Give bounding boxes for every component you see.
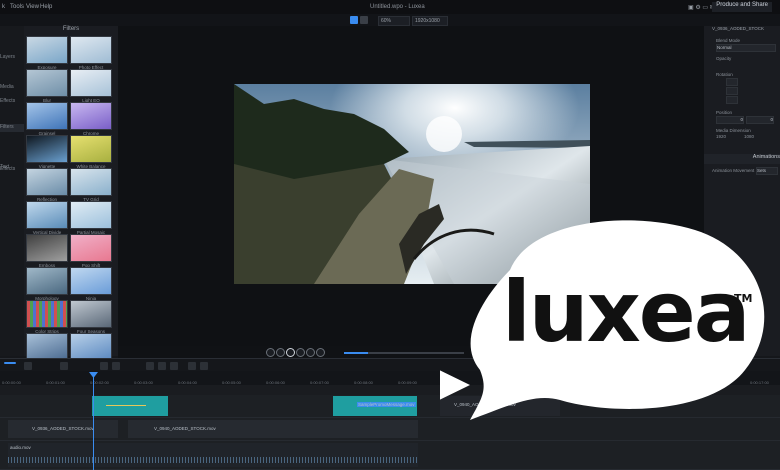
clip-name: V_0936_AODED_STOCK.mov (32, 426, 94, 431)
filter-thumbnail[interactable]: Photo Effect (70, 36, 112, 70)
filter-thumbnail[interactable]: Grainsel (26, 102, 68, 136)
logo-trademark: TM (734, 292, 753, 305)
timeline-clip-video-2[interactable]: V_0940_AODED_STOCK.mov (128, 420, 418, 438)
filter-thumbnail[interactable]: Partial Mosaic (70, 201, 112, 235)
split-icon[interactable] (100, 362, 108, 370)
logo-wordmark: luxea (502, 263, 750, 361)
produce-share-button[interactable]: Produce and Share (712, 2, 772, 12)
nav-item-label: Filters (0, 124, 14, 130)
height-value: 1080 (744, 134, 755, 139)
filter-thumbnail[interactable]: Exposure (26, 36, 68, 70)
blend-mode-select[interactable]: Normal (716, 44, 776, 52)
filter-thumbnail[interactable]: Ninja (70, 267, 112, 301)
menu-item-edit[interactable]: k (2, 4, 5, 10)
luxea-logo: luxea TM (435, 210, 780, 425)
prev-frame-button[interactable] (276, 348, 285, 357)
blend-mode-label: Blend Mode (716, 38, 741, 43)
animation-movement-label: Animation Movement (712, 168, 755, 173)
nav-item-1[interactable]: Layers (0, 54, 24, 62)
delete-icon[interactable] (112, 362, 120, 370)
filter-thumbnail[interactable]: White Balance (70, 135, 112, 169)
filter-thumbnail[interactable]: Four Seasons (70, 300, 112, 334)
filter-thumbnail[interactable]: Chrome (70, 102, 112, 136)
rotation-y-field[interactable] (726, 87, 738, 95)
menu-item-help[interactable]: Help (40, 4, 52, 10)
filter-thumbnail[interactable]: Morphology (26, 267, 68, 301)
zoom-slider[interactable] (4, 362, 16, 364)
timeline-clip-audio[interactable]: audio.mov (8, 443, 418, 467)
position-x-field[interactable]: 0 (716, 116, 744, 124)
hand-tool-icon[interactable] (360, 16, 368, 24)
next-frame-button[interactable] (306, 348, 315, 357)
clip-name: SamplePromoMessage.mov (357, 402, 416, 407)
snap-icon[interactable] (24, 362, 32, 370)
width-value: 1920 (716, 134, 727, 139)
rotation-label: Rotation (716, 72, 733, 77)
filter-thumbnail[interactable] (26, 333, 68, 361)
nav-item-5[interactable]: Effects (0, 98, 24, 106)
nav-item-filters[interactable]: Filters (0, 124, 24, 132)
menu-item-view[interactable]: View (26, 4, 39, 10)
select-tool-icon[interactable] (350, 16, 358, 24)
track-audio: audio.mov (0, 441, 780, 470)
filter-thumbnail[interactable]: Blur (26, 69, 68, 103)
position-y-field[interactable]: 0 (746, 116, 774, 124)
stop-button[interactable] (296, 348, 305, 357)
audio-waveform (8, 457, 418, 463)
rotation-z-field[interactable] (726, 96, 738, 104)
scrubber-progress (344, 352, 368, 354)
go-end-button[interactable] (316, 348, 325, 357)
zoom-select[interactable]: 60% (378, 16, 410, 26)
filter-thumbnail[interactable]: Light EQ (70, 69, 112, 103)
marker-icon[interactable] (170, 362, 178, 370)
playhead-line (93, 372, 94, 470)
prev-marker-icon[interactable] (188, 362, 196, 370)
menu-item-tools[interactable]: Tools (10, 4, 24, 10)
animations-header[interactable]: Animations (704, 154, 780, 164)
go-start-button[interactable] (266, 348, 275, 357)
edit-toolbar: 60% 1920x1080 (0, 14, 780, 26)
menu-bar: k Tools View Help Untitled.wpo - Luxea ▣… (0, 0, 780, 14)
animations-label: Animations (752, 154, 780, 160)
filter-thumbnail[interactable]: Vertical Divide (26, 201, 68, 235)
timeline-clip-video-1[interactable]: V_0936_AODED_STOCK.mov (8, 420, 118, 438)
filter-thumbnail[interactable]: Vignette (26, 135, 68, 169)
nav-item-label: Effects (0, 98, 16, 104)
window-title: Untitled.wpo - Luxea (370, 4, 425, 10)
undo-icon[interactable] (60, 362, 68, 370)
left-nav: Layers Media Effects Filters Text Effect… (0, 26, 24, 356)
filters-title: Filters (62, 26, 80, 32)
play-pause-button[interactable] (286, 348, 295, 357)
filter-thumbnail[interactable]: Emboss (26, 234, 68, 268)
mark-in-icon[interactable] (146, 362, 154, 370)
clip-name: V_0940_AODED_STOCK.mov (154, 426, 216, 431)
nav-item-2[interactable]: Media (0, 84, 24, 92)
keyframe-line (106, 405, 146, 406)
filter-thumbnail[interactable]: TV Grid (70, 168, 112, 202)
rotation-x-field[interactable] (726, 78, 738, 86)
nav-item-label: Effects (0, 166, 16, 172)
filters-panel: Filters Exposure Photo Effect Blur Light EQ… (24, 26, 142, 366)
opacity-label: Opacity (716, 56, 732, 61)
timeline-clip-1[interactable] (92, 396, 168, 416)
mark-out-icon[interactable] (158, 362, 166, 370)
resolution-field[interactable]: 1920x1080 (412, 16, 448, 26)
position-label: Position (716, 110, 733, 115)
filter-thumbnail[interactable]: Reflection (26, 168, 68, 202)
filter-thumbnail[interactable]: Pop Shift (70, 234, 112, 268)
inspector-clip-name: V_0936_AODED_STOCK (712, 26, 764, 31)
filter-thumbnail[interactable] (70, 333, 112, 361)
nav-item-13[interactable]: Effects (0, 166, 24, 174)
nav-item-label: Media (0, 84, 14, 90)
filter-thumbnail[interactable]: Color Strips (26, 300, 68, 334)
media-dimension-label: Media Dimension (716, 128, 751, 133)
timeline-clip-3[interactable]: SamplePromoMessage.mov (333, 396, 417, 416)
animation-movement-select[interactable]: Sets (756, 167, 778, 175)
clip-name: audio.mov (10, 445, 31, 450)
next-marker-icon[interactable] (200, 362, 208, 370)
nav-item-label: Layers (0, 54, 16, 60)
